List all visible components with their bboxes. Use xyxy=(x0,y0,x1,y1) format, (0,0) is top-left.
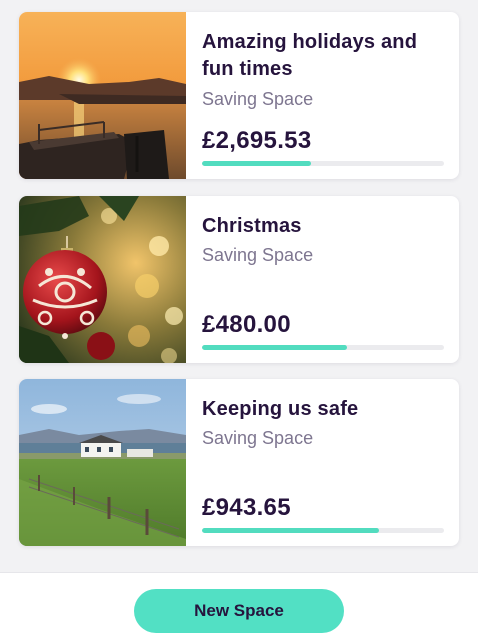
space-info: Keeping us safe Saving Space £943.65 xyxy=(202,379,444,546)
sunset-harbour-boat-photo xyxy=(19,12,186,179)
space-title: Amazing holidays and fun times xyxy=(202,31,418,80)
savings-progress-bar xyxy=(202,161,444,166)
space-title: Keeping us safe xyxy=(202,398,359,420)
savings-progress-fill xyxy=(202,161,311,166)
savings-progress-bar xyxy=(202,528,444,533)
space-type-label: Saving Space xyxy=(202,428,314,448)
savings-progress-fill xyxy=(202,345,348,350)
coastal-farmhouse-field-photo xyxy=(19,379,186,546)
space-card-christmas[interactable]: Christmas Saving Space £480.00 xyxy=(19,196,459,363)
space-info: Amazing holidays and fun times Saving Sp… xyxy=(202,12,444,179)
bottom-action-bar: New Space xyxy=(0,572,478,641)
savings-progress-bar xyxy=(202,345,444,350)
space-info: Christmas Saving Space £480.00 xyxy=(202,196,444,363)
christmas-bauble-photo xyxy=(19,196,186,363)
new-space-button[interactable]: New Space xyxy=(134,589,344,633)
space-card-holidays[interactable]: Amazing holidays and fun times Saving Sp… xyxy=(19,12,459,179)
space-type-label: Saving Space xyxy=(202,89,314,109)
space-card-safety[interactable]: Keeping us safe Saving Space £943.65 xyxy=(19,379,459,546)
space-title: Christmas xyxy=(202,215,302,237)
space-balance: £480.00 xyxy=(202,311,291,338)
spaces-list: Amazing holidays and fun times Saving Sp… xyxy=(0,0,478,572)
savings-progress-fill xyxy=(202,528,379,533)
space-balance: £2,695.53 xyxy=(202,127,312,154)
space-type-label: Saving Space xyxy=(202,245,314,265)
space-balance: £943.65 xyxy=(202,494,291,521)
